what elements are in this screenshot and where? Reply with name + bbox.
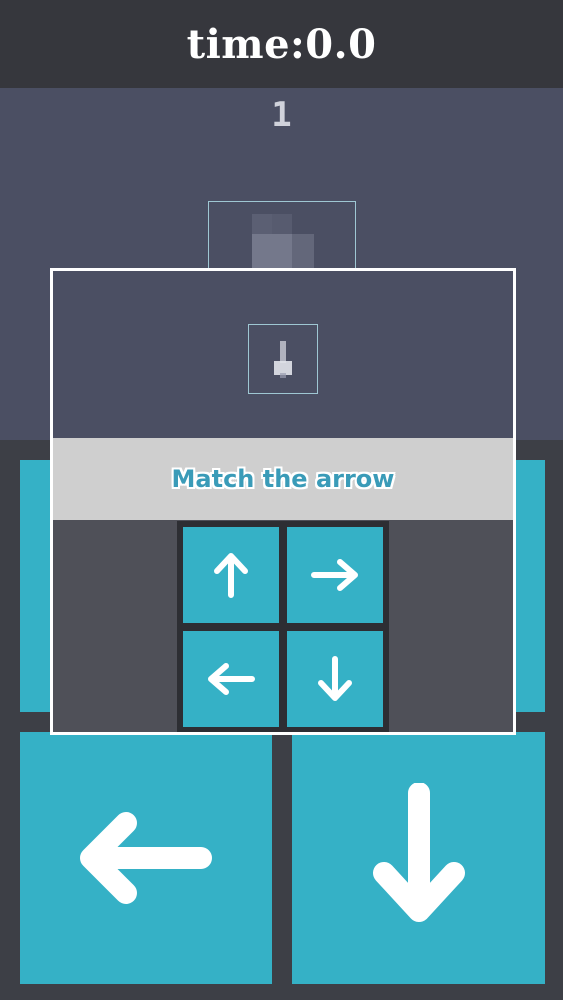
left-arrow-icon	[80, 812, 212, 904]
left-arrow-button-small[interactable]	[183, 631, 279, 727]
instruction-banner: Match the arrow	[53, 438, 513, 520]
arrow-button-grid	[177, 521, 389, 732]
overlay-controls-area	[53, 520, 513, 732]
up-arrow-button[interactable]	[183, 527, 279, 623]
right-arrow-icon	[311, 559, 358, 591]
overlay-preview-area	[53, 271, 513, 438]
right-arrow-button[interactable]	[287, 527, 383, 623]
down-arrow-icon	[372, 783, 465, 922]
example-arrow-box	[248, 324, 318, 394]
up-arrow-icon	[214, 553, 248, 598]
instruction-text: Match the arrow	[171, 465, 395, 493]
down-arrow-button[interactable]	[292, 732, 545, 984]
tutorial-overlay: Match the arrow	[50, 268, 516, 735]
down-arrow-button-small[interactable]	[287, 631, 383, 727]
top-bar: time:0.0	[0, 0, 563, 88]
left-arrow-icon	[208, 663, 255, 695]
side-button-right[interactable]	[516, 460, 545, 712]
level-number: 1	[271, 95, 292, 135]
timer-label: time:0.0	[186, 20, 377, 68]
down-arrow-icon	[318, 656, 352, 701]
down-arrow-icon	[274, 341, 292, 378]
left-arrow-button[interactable]	[20, 732, 272, 984]
side-button-left[interactable]	[20, 460, 50, 712]
target-arrow-box	[208, 201, 356, 271]
